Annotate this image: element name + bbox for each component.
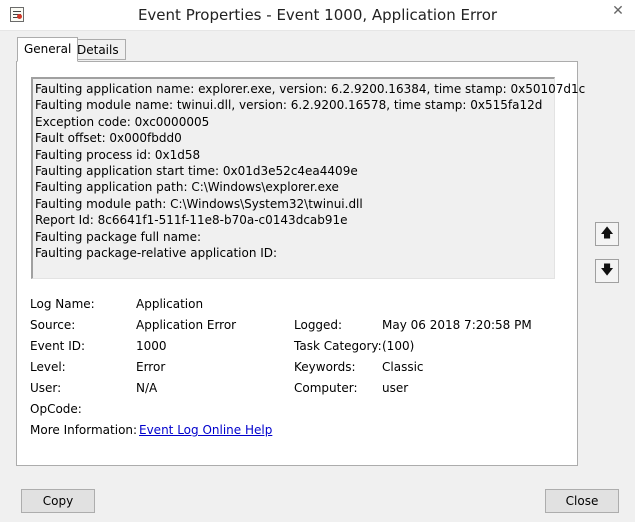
copy-button[interactable]: Copy [21,489,95,513]
computer-value: user [382,381,409,395]
keywords-label: Keywords: [294,360,356,374]
log-name-label: Log Name: [30,297,95,311]
description-line: Faulting module name: twinui.dll, versio… [35,98,543,113]
description-line: Faulting module path: C:\Windows\System3… [35,196,363,211]
logged-value: May 06 2018 7:20:58 PM [382,318,532,332]
close-button[interactable]: Close [545,489,619,513]
window-title: Event Properties - Event 1000, Applicati… [137,6,498,24]
description-line: Faulting process id: 0x1d58 [35,147,201,162]
level-value: Error [136,360,166,374]
close-window-icon[interactable]: ✕ [601,0,635,22]
task-category-value: (100) [382,339,415,353]
tab-details[interactable]: Details [70,39,126,60]
description-line: Faulting package full name: [35,229,202,244]
description-line: Faulting application name: explorer.exe,… [35,82,586,96]
description-line: Report Id: 8c6641f1-511f-11e8-b70a-c0143… [35,213,348,228]
computer-label: Computer: [294,381,358,395]
arrow-down-icon: 🡇 [600,263,614,278]
event-description[interactable]: Faulting application name: explorer.exe,… [31,77,586,279]
user-value: N/A [136,381,158,395]
description-line: Faulting application path: C:\Windows\ex… [35,180,339,195]
description-line: Faulting application start time: 0x01d3e… [35,164,358,179]
arrow-up-icon: 🡅 [600,226,614,241]
description-line: Exception code: 0xc0000005 [35,114,210,129]
tab-general[interactable]: General [17,37,79,62]
more-information-label: More Information: [30,423,138,437]
logged-label: Logged: [294,318,343,332]
previous-event-button[interactable]: 🡅 [595,222,619,246]
event-id-value: 1000 [136,339,167,353]
opcode-label: OpCode: [30,402,82,416]
keywords-value: Classic [382,360,424,374]
user-label: User: [30,381,62,395]
level-label: Level: [30,360,66,374]
source-label: Source: [30,318,76,332]
task-category-label: Task Category: [294,339,382,353]
event-log-online-help-link[interactable]: Event Log Online Help [139,423,272,437]
title-bar: Event Properties - Event 1000, Applicati… [0,0,635,31]
description-line: Fault offset: 0x000fbdd0 [35,131,182,146]
log-name-value: Application [136,297,204,311]
next-event-button[interactable]: 🡇 [595,259,619,283]
event-id-label: Event ID: [30,339,86,353]
source-value: Application Error [136,318,237,332]
description-line: Faulting package-relative application ID… [35,246,278,261]
